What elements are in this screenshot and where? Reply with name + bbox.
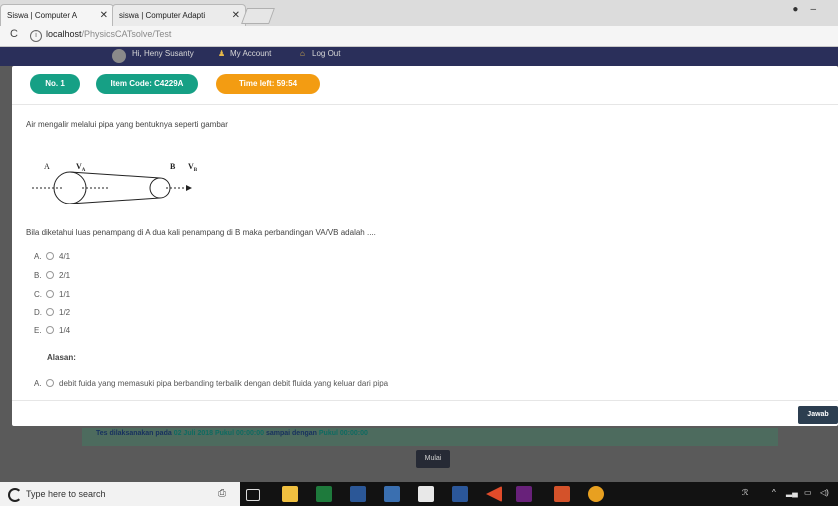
pipe-diagram: A VA B VB [32,162,198,204]
microphone-icon[interactable]: ⎙ [218,488,226,499]
tab-title: siswa | Computer Adapti [119,11,206,20]
answer-option-a[interactable]: A. 4/1 [34,252,70,261]
reason-option-a[interactable]: A. debit fuida yang memasuki pipa berband… [34,379,388,388]
avatar [112,49,126,63]
option-letter: D. [34,308,42,317]
reload-icon[interactable]: C [10,28,18,40]
start-test-button[interactable]: Mulai [416,450,450,468]
user-icon: ♟ [218,49,226,58]
question-prompt: Bila diketahui luas penampang di A dua k… [26,228,376,237]
info-date: 02 Juli 2018 [173,430,214,437]
word-icon[interactable] [350,486,366,502]
app-icon[interactable] [554,486,570,502]
tab-title: Siswa | Computer A [7,11,78,20]
browser-tab-2[interactable]: siswa | Computer Adapti ✕ [112,4,246,26]
answer-option-d[interactable]: D. 1/2 [34,308,70,317]
info-prefix: Tes dilaksanakan pada [96,430,172,437]
windows-taskbar: Type here to search ⎙ ℛ ^ ▂▄ ▭ ◁) [0,482,838,506]
option-letter: A. [34,252,42,261]
chrome-icon[interactable] [588,486,604,502]
radio-button[interactable] [46,271,54,279]
question-modal: No. 1 Item Code: C4229A Time left: 59:54… [12,66,838,426]
diagram-label-b: B [170,162,176,171]
taskbar-search[interactable]: Type here to search ⎙ [0,482,240,506]
account-icon[interactable]: ● [792,4,810,15]
info-time-end: Pukul 00:00:00 [318,430,368,437]
info-mid: sampai dengan [265,430,317,437]
timer-badge: Time left: 59:54 [216,74,320,94]
info-icon[interactable]: i [30,30,42,42]
option-text: 4/1 [59,252,71,261]
option-letter: B. [34,271,42,280]
tray-chevron-icon[interactable]: ^ [772,488,776,497]
app-icon[interactable] [486,486,502,502]
question-text: Air mengalir melalui pipa yang bentuknya… [26,120,228,129]
diagram-label-a: A [44,162,50,171]
info-time-start: Pukul 00:00:00 [214,430,264,437]
site-navbar: Hi, Heny Susanty ♟ My Account ⌂ Log Out [0,47,838,66]
app-icon[interactable] [452,486,468,502]
address-bar: C i localhost/PhysicsCATsolve/Test [0,26,838,47]
option-letter: E. [34,326,42,335]
option-text: 2/1 [59,271,71,280]
visual-studio-icon[interactable] [516,486,532,502]
submit-answer-button[interactable]: Jawab [798,406,838,424]
radio-button[interactable] [46,326,54,334]
option-text: 1/4 [59,326,71,335]
radio-button[interactable] [46,290,54,298]
answer-option-c[interactable]: C. 1/1 [34,290,70,299]
search-input[interactable]: Type here to search [26,489,106,499]
app-icon[interactable] [384,486,400,502]
diagram-label-vb: VB [188,162,198,173]
window-controls[interactable]: ●– [792,4,828,15]
pipe-end-a [53,171,87,204]
logout-link[interactable]: Log Out [312,49,340,58]
url-host: localhost [46,29,82,39]
answer-option-e[interactable]: E. 1/4 [34,326,70,335]
greeting: Hi, Heny Susanty [132,49,194,58]
network-icon[interactable]: ▂▄ [786,488,798,497]
task-view-icon[interactable] [246,489,260,501]
radio-button[interactable] [46,379,54,387]
pipe-wall-bottom [69,197,161,204]
reason-heading: Alasan: [47,353,76,362]
option-text: 1/2 [59,308,71,317]
question-number-badge: No. 1 [30,74,80,94]
minimize-icon[interactable]: – [810,4,828,15]
browser-tab-1[interactable]: Siswa | Computer A ✕ [0,4,114,26]
close-icon[interactable]: ✕ [232,5,240,26]
new-tab-button[interactable] [241,8,275,24]
diagram-label-va: VA [76,162,86,173]
modal-header: No. 1 Item Code: C4229A Time left: 59:54 [12,66,838,105]
pipe-wall-top [69,171,161,179]
browser-tab-bar: Siswa | Computer A ✕ siswa | Computer Ad… [0,0,838,26]
item-code-badge: Item Code: C4229A [96,74,198,94]
radio-button[interactable] [46,252,54,260]
app-icon[interactable] [418,486,434,502]
battery-icon[interactable]: ▭ [804,488,812,497]
option-letter: C. [34,290,42,299]
radio-button[interactable] [46,308,54,316]
modal-divider [12,400,838,401]
people-icon[interactable]: ℛ [742,488,748,497]
volume-icon[interactable]: ◁) [820,488,829,497]
answer-option-b[interactable]: B. 2/1 [34,271,70,280]
my-account-link[interactable]: My Account [230,49,271,58]
flow-arrow-icon [186,185,192,191]
cortana-icon[interactable] [8,488,22,502]
lock-icon: ⌂ [300,49,305,58]
test-schedule-info: Tes dilaksanakan pada 02 Juli 2018 Pukul… [82,428,778,446]
option-text: debit fuida yang memasuki pipa berbandin… [59,379,389,388]
option-text: 1/1 [59,290,71,299]
option-letter: A. [34,379,42,388]
file-explorer-icon[interactable] [282,486,298,502]
close-icon[interactable]: ✕ [100,5,108,26]
url-field[interactable]: localhost/PhysicsCATsolve/Test [46,29,171,39]
url-path: /PhysicsCATsolve/Test [81,29,172,39]
excel-icon[interactable] [316,486,332,502]
